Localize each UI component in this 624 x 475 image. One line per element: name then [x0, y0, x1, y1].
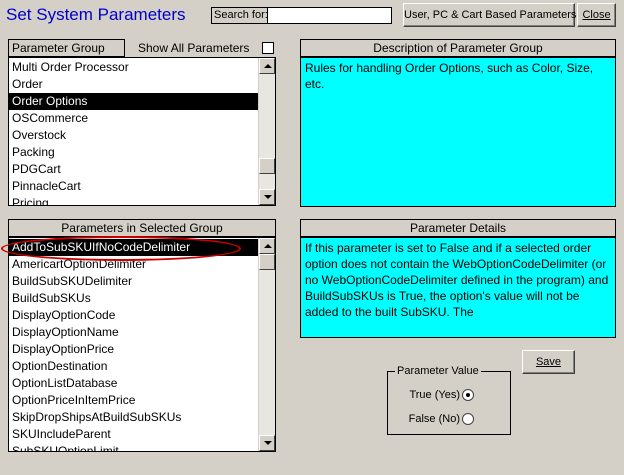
list-item[interactable]: PDGCart: [9, 161, 258, 178]
scroll-up-button[interactable]: [259, 238, 275, 254]
show-all-parameters-checkbox[interactable]: [262, 42, 274, 54]
arrow-up-icon: [264, 64, 272, 68]
list-item[interactable]: Order: [9, 76, 258, 93]
user-pc-cart-parameters-button[interactable]: User, PC & Cart Based Parameters: [403, 3, 576, 27]
parameter-details-panel: If this parameter is set to False and if…: [300, 237, 616, 338]
list-item[interactable]: Pricing: [9, 195, 258, 205]
list-item[interactable]: AddToSubSKUIfNoCodeDelimiter: [9, 239, 258, 256]
list-item[interactable]: SkipDropShipsAtBuildSubSKUs: [9, 409, 258, 426]
list-item[interactable]: DisplayOptionName: [9, 324, 258, 341]
scroll-thumb[interactable]: [259, 254, 275, 270]
search-label: Search for:: [211, 7, 268, 24]
parameter-group-header: Parameter Group: [8, 39, 125, 57]
parameter-group-scrollbar[interactable]: [258, 58, 275, 205]
parameters-list[interactable]: AddToSubSKUIfNoCodeDelimiter AmericartOpt…: [8, 237, 276, 452]
parameter-group-list[interactable]: Multi Order Processor Order Order Options O…: [8, 57, 276, 206]
list-item[interactable]: BuildSubSKUDelimiter: [9, 273, 258, 290]
false-option-label: False (No): [408, 413, 460, 425]
page-title: Set System Parameters: [6, 5, 186, 24]
list-item[interactable]: DisplayOptionPrice: [9, 341, 258, 358]
description-header: Description of Parameter Group: [300, 39, 616, 57]
close-button-label: Close: [582, 9, 611, 21]
list-item[interactable]: OptionDestination: [9, 358, 258, 375]
scroll-thumb[interactable]: [259, 158, 275, 174]
list-item[interactable]: Order Options: [9, 93, 258, 110]
arrow-down-icon: [264, 441, 272, 445]
description-panel: Rules for handling Order Options, such a…: [300, 57, 616, 207]
parameters-scrollbar[interactable]: [258, 238, 275, 451]
list-item[interactable]: Packing: [9, 144, 258, 161]
parameters-header: Parameters in Selected Group: [8, 219, 276, 237]
arrow-up-icon: [264, 244, 272, 248]
list-item[interactable]: AmericartOptionDelimiter: [9, 256, 258, 273]
scroll-up-button[interactable]: [259, 58, 275, 74]
false-radio[interactable]: [462, 413, 474, 425]
list-item[interactable]: Overstock: [9, 127, 258, 144]
close-button[interactable]: Close: [577, 3, 616, 27]
scroll-down-button[interactable]: [259, 435, 275, 451]
arrow-down-icon: [264, 195, 272, 199]
list-item[interactable]: PinnacleCart: [9, 178, 258, 195]
show-all-parameters-label: Show All Parameters: [138, 41, 250, 55]
list-item[interactable]: SubSKUOptionLimit: [9, 443, 258, 451]
search-input[interactable]: [267, 7, 392, 24]
radio-selected-dot: [466, 393, 470, 397]
parameter-details-header: Parameter Details: [300, 219, 616, 237]
scroll-down-button[interactable]: [259, 189, 275, 205]
list-item[interactable]: BuildSubSKUs: [9, 290, 258, 307]
list-item[interactable]: SKUIncludeParent: [9, 426, 258, 443]
true-radio[interactable]: [462, 389, 474, 401]
true-option-label: True (Yes): [409, 389, 460, 401]
list-item[interactable]: OptionListDatabase: [9, 375, 258, 392]
save-button[interactable]: Save: [522, 350, 575, 374]
list-item[interactable]: OptionPriceInItemPrice: [9, 392, 258, 409]
list-item[interactable]: DisplayOptionCode: [9, 307, 258, 324]
list-item[interactable]: OSCommerce: [9, 110, 258, 127]
parameter-group-items: Multi Order Processor Order Order Options O…: [9, 59, 258, 205]
parameters-items: AddToSubSKUIfNoCodeDelimiter AmericartOpt…: [9, 239, 258, 451]
save-button-label: Save: [535, 356, 562, 368]
parameter-value-legend: Parameter Value: [395, 364, 481, 378]
list-item[interactable]: Multi Order Processor: [9, 59, 258, 76]
